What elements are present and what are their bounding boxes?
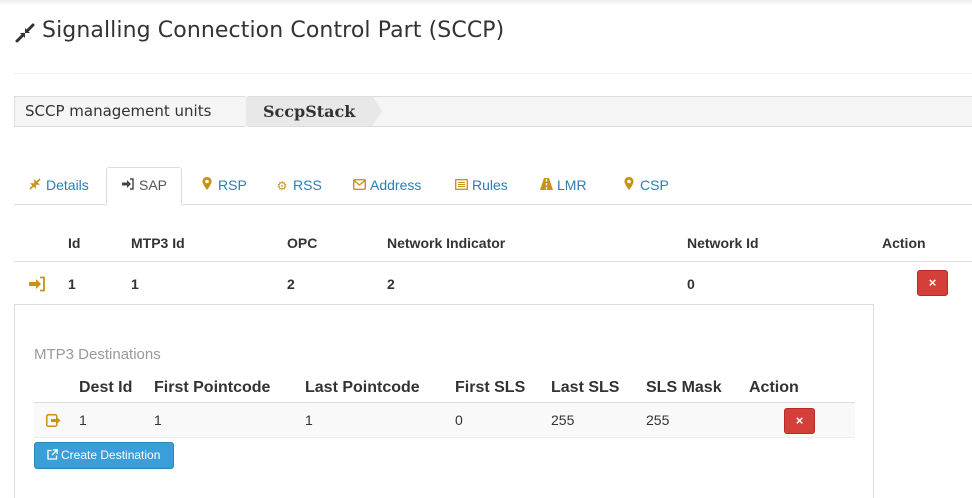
column-header-first-pointcode: First Pointcode [154,379,271,396]
top-shadow [0,0,972,5]
tab-rsp[interactable]: RSP [186,167,261,205]
column-header-dest-id: Dest Id [79,379,133,396]
external-link-icon [47,449,58,460]
cell-last-sls: 255 [551,412,575,428]
cell-first-pointcode: 1 [154,412,162,428]
create-destination-button[interactable]: Create Destination [34,442,174,469]
column-header-last-sls: Last SLS [551,379,620,396]
close-icon: × [795,413,804,428]
map-marker-icon [200,168,214,205]
tab-details[interactable]: Details [14,167,103,205]
breadcrumb-active-arrow [372,96,382,126]
delete-destination-button[interactable]: × [784,408,815,434]
cell-mtp3-id: 1 [131,276,139,292]
list-icon [454,168,468,205]
breadcrumb-item-sccpstack: SccpStack [246,97,372,126]
tab-sap[interactable]: SAP [106,167,183,205]
cell-sls-mask: 255 [646,412,670,428]
arrow-right-icon[interactable] [46,414,61,427]
column-header-action: Action [882,235,926,251]
cell-opc: 2 [287,276,295,292]
column-header-network-indicator: Network Indicator [387,235,506,251]
sign-in-icon[interactable] [29,276,45,292]
page-title: Signalling Connection Control Part (SCCP… [42,18,505,43]
tab-csp[interactable]: CSP [608,167,683,205]
column-header-mtp3-id: MTP3 Id [131,235,185,251]
cell-id: 1 [68,276,76,292]
tab-lmr[interactable]: LMR [525,167,601,205]
column-header-sls-mask: SLS Mask [646,379,722,396]
compress-icon [15,23,35,43]
map-marker-icon [622,168,636,205]
breadcrumb-item-sccp-units[interactable]: SCCP management units [25,97,211,126]
gear-icon: ⚙ [276,179,288,193]
cell-network-indicator: 2 [387,276,395,292]
road-icon [539,168,553,205]
delete-sap-button[interactable]: × [917,270,948,296]
column-header-id: Id [68,235,81,251]
tab-rss[interactable]: ⚙ RSS [261,167,336,205]
mtp3-destinations-panel: MTP3 Destinations Dest Id First Pointcod… [14,304,874,498]
cell-last-pointcode: 1 [305,412,313,428]
column-header-opc: OPC [287,235,318,251]
compress-icon [28,168,42,205]
column-header-last-pointcode: Last Pointcode [305,379,420,396]
column-header-action: Action [749,379,799,396]
column-header-first-sls: First SLS [455,379,526,396]
tab-bar: Details SAP RSP ⚙ RSS Address Rules LMR C… [14,167,972,205]
table-header-divider [14,261,972,262]
panel-title: MTP3 Destinations [34,346,161,363]
cell-dest-id: 1 [79,412,87,428]
cell-network-id: 0 [687,276,695,292]
tab-rules[interactable]: Rules [440,167,522,205]
envelope-icon [352,168,366,205]
cell-first-sls: 0 [455,412,463,428]
breadcrumb: SCCP management units SccpStack [14,96,972,127]
column-header-network-id: Network Id [687,235,759,251]
tab-address[interactable]: Address [338,167,435,205]
close-icon: × [928,275,937,290]
page-header: Signalling Connection Control Part (SCCP… [14,18,972,74]
sign-in-icon [121,169,135,204]
